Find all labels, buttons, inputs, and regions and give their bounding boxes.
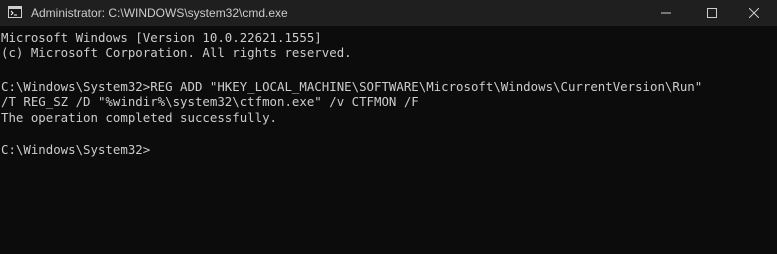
close-button[interactable] <box>731 0 777 26</box>
console-output[interactable]: Microsoft Windows [Version 10.0.22621.15… <box>0 26 767 254</box>
console-line: (c) Microsoft Corporation. All rights re… <box>1 45 352 60</box>
window-title: Administrator: C:\WINDOWS\system32\cmd.e… <box>31 6 288 20</box>
console-line: /T REG_SZ /D "%windir%\system32\ctfmon.e… <box>1 94 419 109</box>
scrollbar-thumb[interactable] <box>770 44 774 244</box>
title-bar[interactable]: Administrator: C:\WINDOWS\system32\cmd.e… <box>0 0 777 26</box>
minimize-icon <box>661 8 671 18</box>
command-prompt: C:\Windows\System32> <box>1 142 151 157</box>
maximize-button[interactable] <box>689 0 735 26</box>
console-line: C:\Windows\System32>REG ADD "HKEY_LOCAL_… <box>1 79 703 94</box>
minimize-button[interactable] <box>643 0 689 26</box>
maximize-icon <box>707 8 717 18</box>
cmd-icon <box>8 6 22 18</box>
cmd-window: Administrator: C:\WINDOWS\system32\cmd.e… <box>0 0 777 254</box>
vertical-scrollbar[interactable] <box>767 26 777 254</box>
console-line: Microsoft Windows [Version 10.0.22621.15… <box>1 30 322 45</box>
console-line: The operation completed successfully. <box>1 110 278 125</box>
close-icon <box>749 8 759 18</box>
